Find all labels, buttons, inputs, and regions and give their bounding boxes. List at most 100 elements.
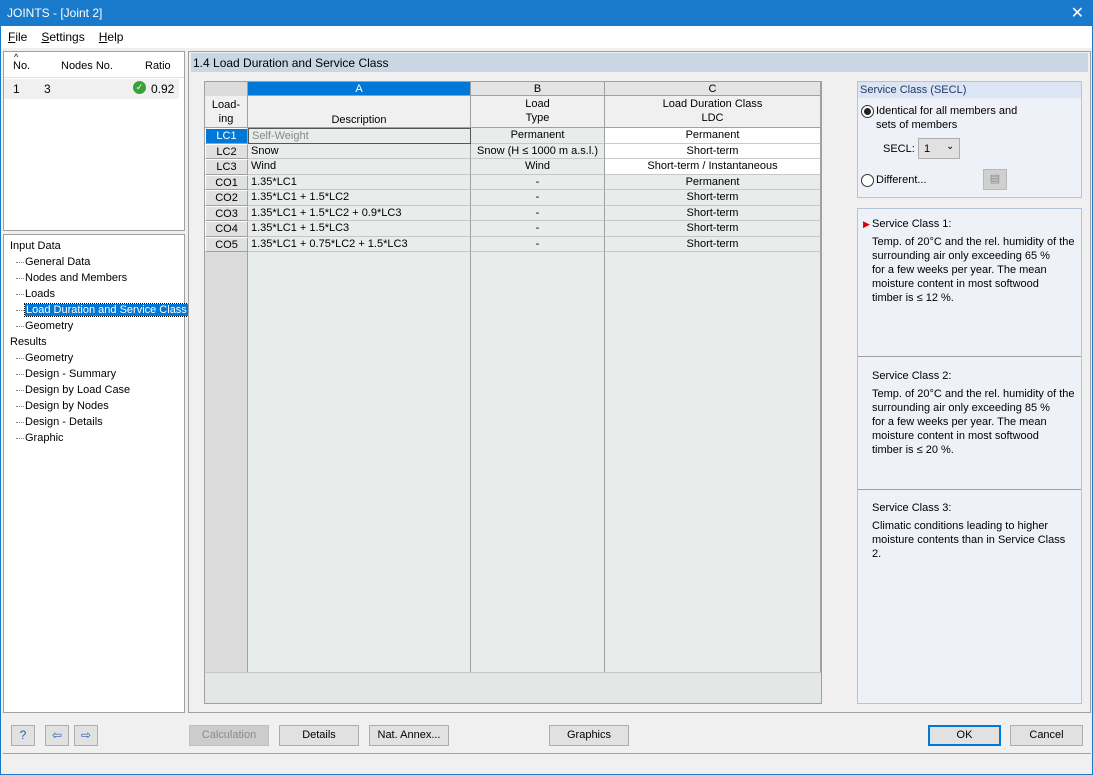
description-line: moisture contents than in Service Class … bbox=[872, 534, 1066, 560]
tree-item-results-design-summary[interactable]: Design - Summary bbox=[4, 366, 184, 382]
tree-item-results-geometry[interactable]: Geometry bbox=[4, 350, 184, 366]
identical-label: Identical for all members and bbox=[876, 105, 1018, 117]
description-title: Service Class 3: bbox=[872, 502, 952, 514]
description-cell[interactable]: Snow bbox=[248, 143, 471, 159]
service-class-group: Service Class (SECL) Identical for all m… bbox=[857, 81, 1082, 198]
tree-item-results-design-by-nodes[interactable]: Design by Nodes bbox=[4, 398, 184, 414]
edit-members-icon[interactable]: ▤ bbox=[983, 169, 1007, 190]
title-bar: JOINTS - [Joint 2] ✕ bbox=[1, 1, 1092, 26]
row-header[interactable]: LC2 bbox=[205, 143, 248, 159]
tree-item-label: Geometry bbox=[25, 352, 74, 364]
row-header[interactable]: CO4 bbox=[205, 221, 248, 237]
table-row[interactable]: 1 3 ✓ 0.92 bbox=[4, 79, 179, 99]
secl-select[interactable]: 1 ⌄ bbox=[918, 138, 960, 159]
status-bar bbox=[3, 753, 1091, 773]
ldc-cell[interactable]: Short-term bbox=[605, 190, 821, 206]
identical-label-2: sets of members bbox=[876, 119, 958, 131]
row-header[interactable]: CO2 bbox=[205, 190, 248, 206]
divider bbox=[858, 489, 1081, 490]
tree-item-label: Design by Load Case bbox=[25, 384, 131, 396]
next-icon[interactable]: ⇨ bbox=[74, 725, 98, 746]
description-line: for a few weeks per year. The mean bbox=[872, 264, 1047, 276]
header-description: Description bbox=[248, 96, 471, 128]
row-header[interactable]: CO5 bbox=[205, 236, 248, 252]
menu-help[interactable]: Help bbox=[99, 30, 124, 44]
col-no[interactable]: No. bbox=[13, 60, 30, 72]
divider bbox=[858, 356, 1081, 357]
col-nodes[interactable]: Nodes No. bbox=[61, 60, 113, 72]
header-loading-2: ing bbox=[218, 113, 234, 125]
col-ratio[interactable]: Ratio bbox=[145, 60, 171, 72]
column-c-header[interactable]: C bbox=[605, 82, 821, 96]
column-a-header[interactable]: A bbox=[248, 82, 471, 96]
description-line: Temp. of 20°C and the rel. humidity of t… bbox=[872, 388, 1075, 400]
close-icon[interactable]: ✕ bbox=[1071, 3, 1084, 23]
row-header[interactable]: LC1 bbox=[205, 128, 248, 144]
load-type-cell: - bbox=[471, 174, 605, 190]
ldc-cell[interactable]: Short-term bbox=[605, 236, 821, 252]
tree-item-nodes-and-members[interactable]: Nodes and Members bbox=[4, 270, 184, 286]
ok-button[interactable]: OK bbox=[928, 725, 1001, 746]
menu-settings[interactable]: Settings bbox=[41, 30, 84, 44]
description-title: Service Class 1: bbox=[872, 218, 952, 230]
calculation-button[interactable]: Calculation bbox=[189, 725, 269, 746]
tree-input-data[interactable]: Input Data bbox=[4, 238, 184, 254]
tree-item-results-graphic[interactable]: Graphic bbox=[4, 430, 184, 446]
tree-item-general-data[interactable]: General Data bbox=[4, 254, 184, 270]
joints-table: ^ No. Nodes No. Ratio 1 3 ✓ 0.92 bbox=[3, 51, 185, 231]
nat-annex-button[interactable]: Nat. Annex... bbox=[369, 725, 449, 746]
service-class-description: ▶ Service Class 1: Temp. of 20°C and the r… bbox=[863, 217, 1077, 305]
header-ldc: Load Duration Class LDC bbox=[605, 96, 821, 128]
graphics-button[interactable]: Graphics bbox=[549, 725, 629, 746]
load-type-cell: Permanent bbox=[471, 128, 605, 144]
cancel-button[interactable]: Cancel bbox=[1010, 725, 1083, 746]
tree-item-results-design-details[interactable]: Design - Details bbox=[4, 414, 184, 430]
description-cell[interactable]: 1.35*LC1 + 1.5*LC3 bbox=[248, 221, 471, 237]
navigation-tree: Input Data General Data Nodes and Members L… bbox=[3, 234, 189, 713]
details-button[interactable]: Details bbox=[279, 725, 359, 746]
description-cell[interactable]: 1.35*LC1 + 0.75*LC2 + 1.5*LC3 bbox=[248, 236, 471, 252]
secl-label: SECL: bbox=[883, 143, 915, 155]
help-icon[interactable]: ? bbox=[11, 725, 35, 746]
ldc-cell[interactable]: Permanent bbox=[605, 174, 821, 190]
description-line: Climatic conditions leading to higher bbox=[872, 520, 1049, 532]
row-header[interactable]: CO3 bbox=[205, 205, 248, 221]
load-type-cell: - bbox=[471, 236, 605, 252]
row-nodes: 3 bbox=[44, 82, 51, 96]
description-line: Temp. of 20°C and the rel. humidity of t… bbox=[872, 236, 1075, 248]
tree-item-loads[interactable]: Loads bbox=[4, 286, 184, 302]
column-b-header[interactable]: B bbox=[471, 82, 605, 96]
tree-item-label: General Data bbox=[25, 256, 91, 268]
tree-results[interactable]: Results bbox=[4, 334, 184, 350]
row-header[interactable]: CO1 bbox=[205, 174, 248, 190]
description-cell[interactable]: 1.35*LC1 bbox=[248, 174, 471, 190]
previous-icon[interactable]: ⇦ bbox=[45, 725, 69, 746]
description-cell[interactable]: Self-Weight bbox=[248, 128, 471, 144]
identical-radio[interactable] bbox=[861, 105, 874, 118]
description-line: surrounding air only exceeding 85 % bbox=[872, 402, 1050, 414]
menu-file[interactable]: File bbox=[8, 30, 27, 44]
different-radio[interactable] bbox=[861, 174, 874, 187]
tree-item-geometry[interactable]: Geometry bbox=[4, 318, 184, 334]
tree-item-results-design-by-load-case[interactable]: Design by Load Case bbox=[4, 382, 184, 398]
ldc-cell[interactable]: Short-term bbox=[605, 143, 821, 159]
row-no: 1 bbox=[13, 82, 20, 96]
window-title: JOINTS - [Joint 2] bbox=[7, 6, 103, 20]
tree-item-label: Nodes and Members bbox=[25, 272, 128, 284]
ldc-cell[interactable]: Permanent bbox=[605, 128, 821, 144]
ldc-cell[interactable]: Short-term / Instantaneous bbox=[605, 159, 821, 175]
description-line: moisture content in most softwood bbox=[872, 430, 1039, 442]
row-header[interactable]: LC3 bbox=[205, 159, 248, 175]
tree-item-label: Geometry bbox=[25, 320, 74, 332]
description-cell[interactable]: 1.35*LC1 + 1.5*LC2 + 0.9*LC3 bbox=[248, 205, 471, 221]
ldc-cell[interactable]: Short-term bbox=[605, 221, 821, 237]
load-type-cell: - bbox=[471, 221, 605, 237]
description-line: surrounding air only exceeding 65 % bbox=[872, 250, 1050, 262]
description-cell[interactable]: 1.35*LC1 + 1.5*LC2 bbox=[248, 190, 471, 206]
load-type-cell: - bbox=[471, 190, 605, 206]
page-title: 1.4 Load Duration and Service Class bbox=[191, 53, 1088, 72]
tree-item-load-duration-and-service-class[interactable]: Load Duration and Service Class bbox=[4, 302, 189, 318]
active-marker-icon: ▶ bbox=[863, 219, 870, 229]
ldc-cell[interactable]: Short-term bbox=[605, 205, 821, 221]
description-cell[interactable]: Wind bbox=[248, 159, 471, 175]
